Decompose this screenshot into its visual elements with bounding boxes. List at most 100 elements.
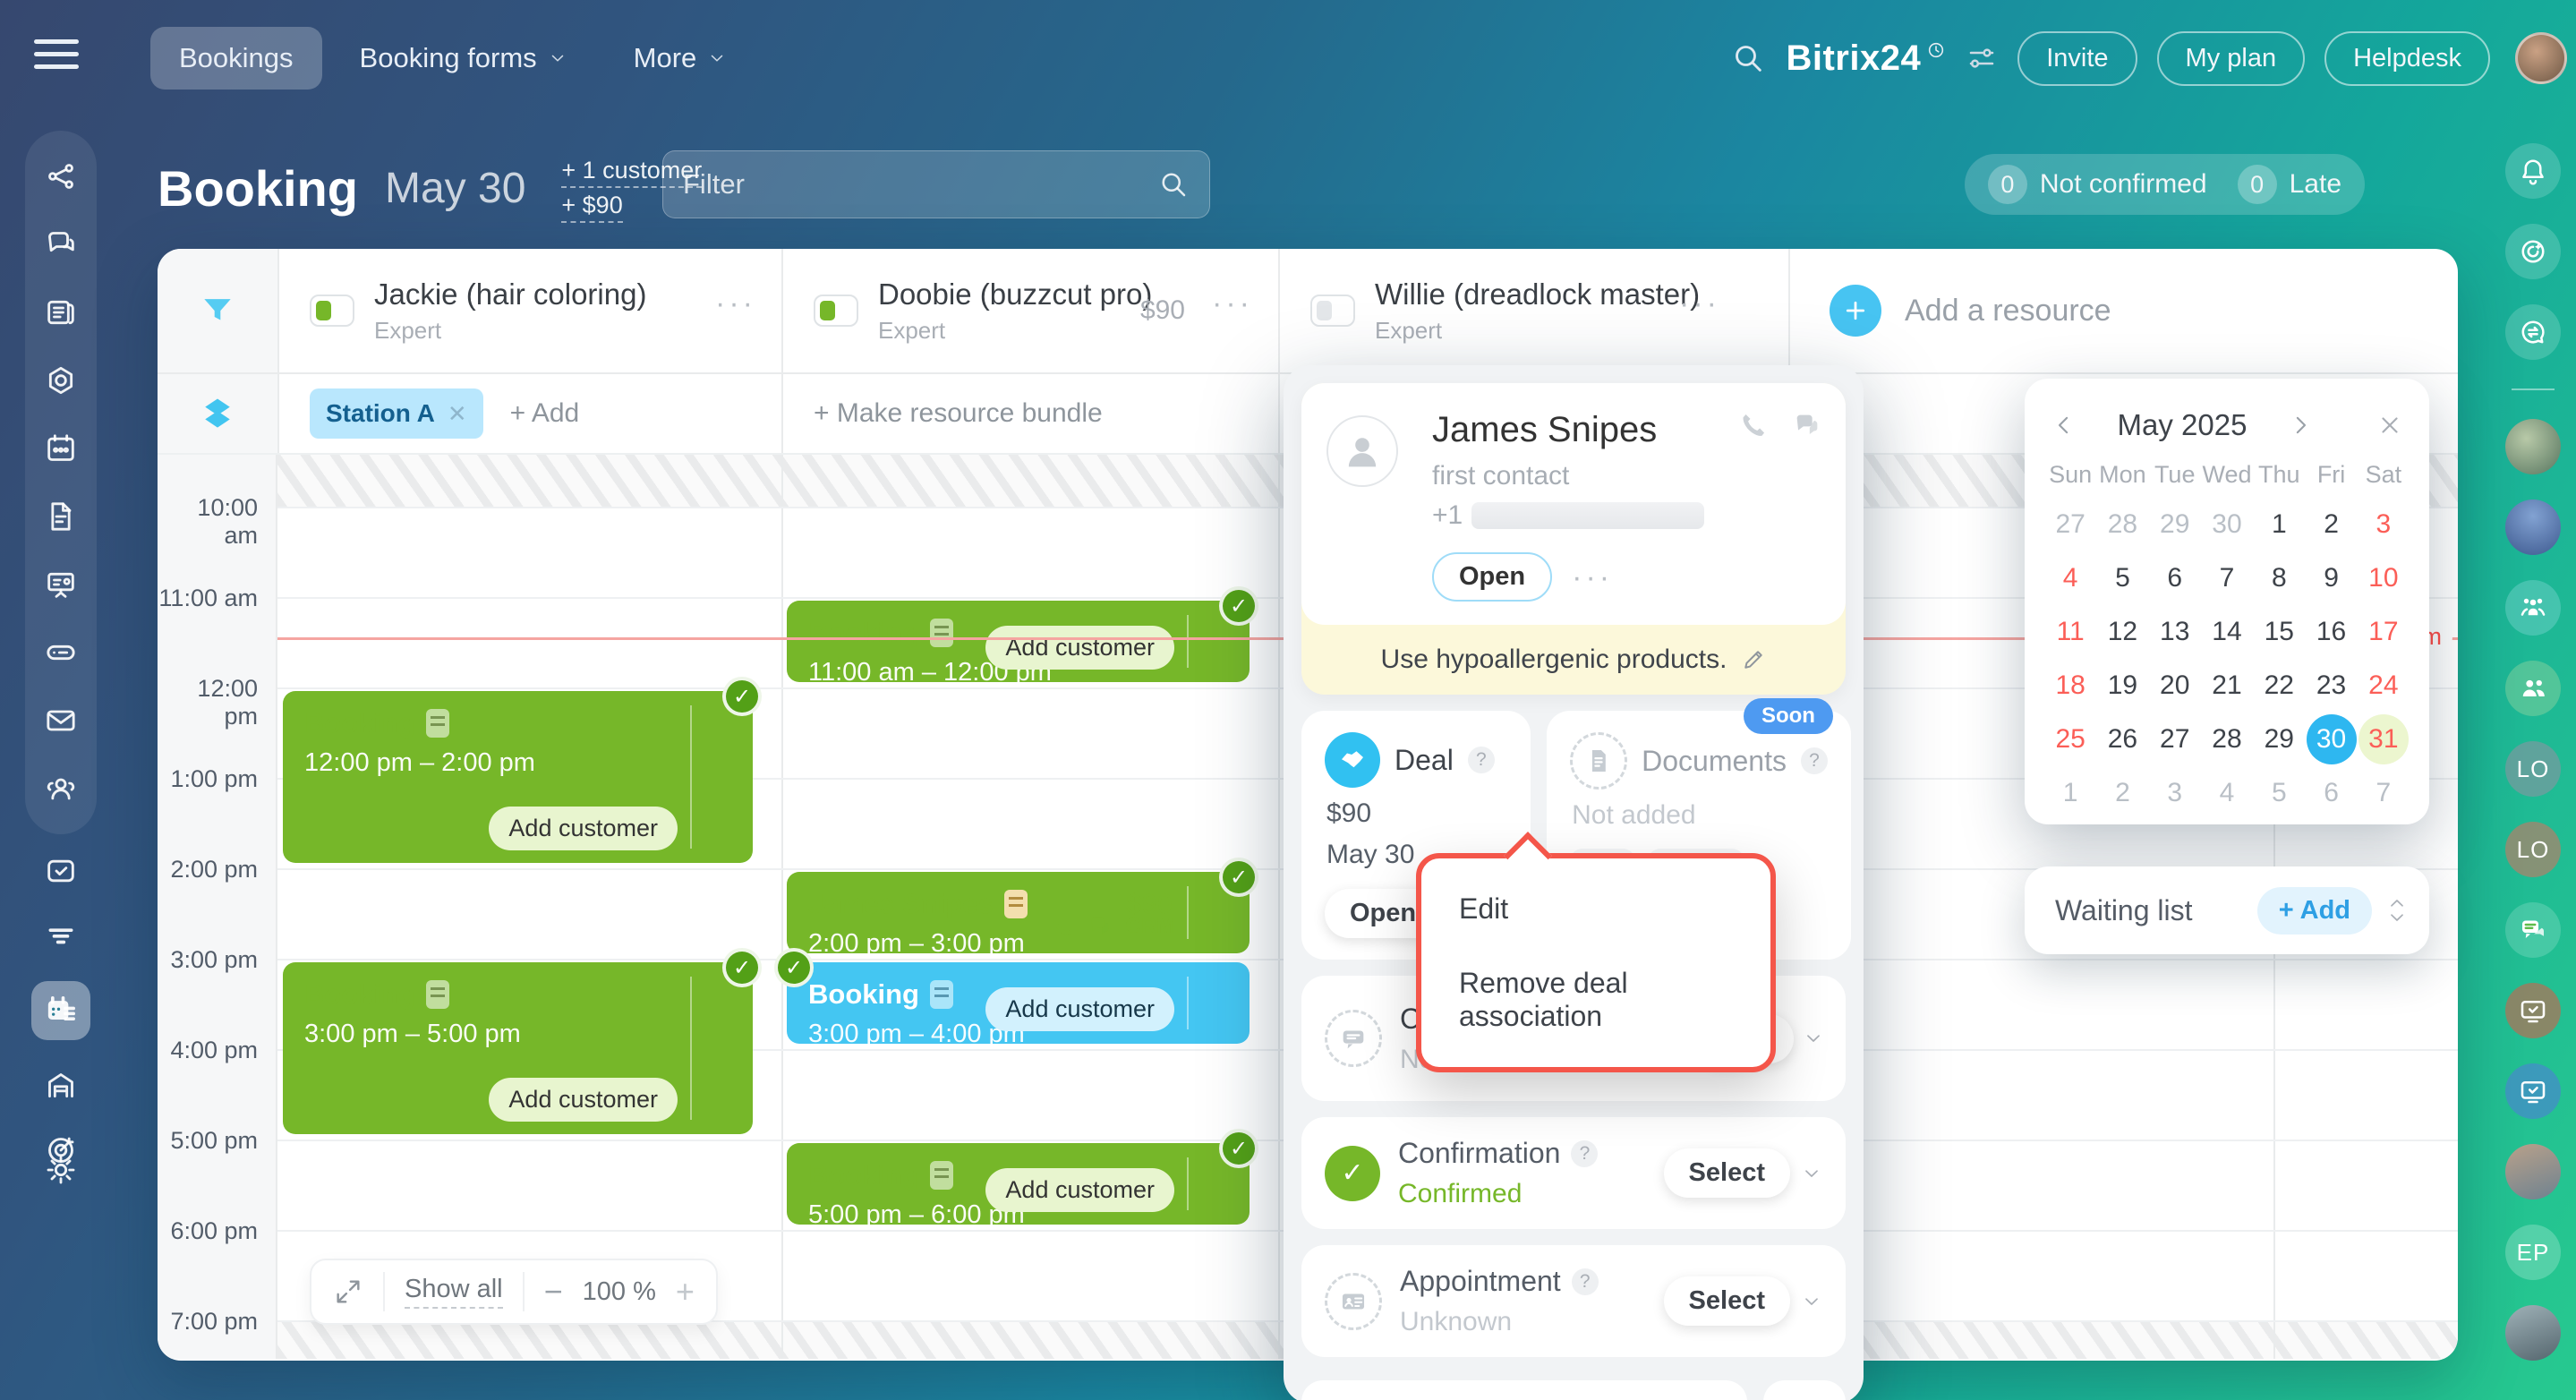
calendar-day-8[interactable]: 8 <box>2253 551 2305 605</box>
invite-button[interactable]: Invite <box>2017 30 2137 86</box>
calendar-day-23[interactable]: 23 <box>2305 659 2357 713</box>
two-people-icon[interactable] <box>2505 661 2561 716</box>
bell-icon[interactable] <box>2505 143 2561 199</box>
add-station-link[interactable]: + Add <box>510 398 580 429</box>
calendar-day-3[interactable]: 3 <box>2149 766 2201 820</box>
calendar-day-2[interactable]: 2 <box>2305 498 2357 551</box>
calendar-day-6[interactable]: 6 <box>2305 766 2357 820</box>
sidebar-item-tasks[interactable] <box>42 852 80 890</box>
more-icon[interactable]: ··· <box>1572 562 1613 593</box>
booking-block[interactable]: Booking 11:00 am – 12:00 pm Add customer ✓ <box>787 586 1250 682</box>
user-avatar[interactable] <box>2515 32 2567 84</box>
late-counter[interactable]: 0 Late <box>2237 165 2341 204</box>
calendar-day-28[interactable]: 28 <box>2201 713 2253 766</box>
full-view-button[interactable]: Full view› <box>1301 1380 1747 1400</box>
confirmation-select[interactable]: Select <box>1663 1148 1822 1198</box>
calendar-month[interactable]: May 2025 <box>2084 408 2281 442</box>
calendar-day-17[interactable]: 17 <box>2358 605 2410 659</box>
help-icon[interactable]: ? <box>1571 1268 1599 1295</box>
chat-icon[interactable] <box>1792 410 1822 440</box>
calendar-day-9[interactable]: 9 <box>2305 551 2357 605</box>
calendar-day-29[interactable]: 29 <box>2253 713 2305 766</box>
tab-bookings[interactable]: Bookings <box>150 27 322 90</box>
sidebar-item-people[interactable] <box>42 770 80 807</box>
more-icon[interactable]: ··· <box>1212 288 1253 319</box>
menu-item-edit[interactable]: Edit <box>1459 892 1733 926</box>
more-icon[interactable]: ··· <box>1679 288 1720 319</box>
calendar-day-7[interactable]: 7 <box>2201 551 2253 605</box>
sidebar-item-calendar[interactable] <box>42 430 80 467</box>
calendar-day-29[interactable]: 29 <box>2149 498 2201 551</box>
group-hands-icon[interactable] <box>2505 580 2561 636</box>
sliders-icon[interactable] <box>1966 42 1998 74</box>
add-customer-button[interactable]: Add customer <box>489 807 678 850</box>
booking-block[interactable]: Booking 3:00 pm – 4:00 pm Add customer ✓ <box>774 948 1250 1044</box>
sidebar-item-settings[interactable] <box>42 1151 80 1189</box>
screen-check-icon[interactable] <box>2505 983 2561 1038</box>
calendar-day-15[interactable]: 15 <box>2253 605 2305 659</box>
chevron-down-icon[interactable] <box>1207 899 1235 927</box>
avatar-photo-4[interactable] <box>2505 1305 2561 1361</box>
help-icon[interactable]: ? <box>1571 1140 1599 1167</box>
sidebar-item-news[interactable] <box>42 294 80 331</box>
calendar-day-30[interactable]: 30 <box>2305 713 2357 766</box>
chevron-down-icon[interactable] <box>1207 627 1235 656</box>
my-plan-button[interactable]: My plan <box>2156 30 2306 86</box>
resource-toggle[interactable] <box>310 295 354 327</box>
helpdesk-button[interactable]: Helpdesk <box>2324 30 2490 86</box>
calendar-day-3[interactable]: 3 <box>2358 498 2410 551</box>
search-icon[interactable] <box>1730 40 1766 76</box>
add-customer-button[interactable]: Add customer <box>985 987 1174 1031</box>
sidebar-item-document[interactable] <box>42 498 80 535</box>
calendar-day-12[interactable]: 12 <box>2096 605 2148 659</box>
calendar-day-2[interactable]: 2 <box>2096 766 2148 820</box>
chevron-down-icon[interactable] <box>710 763 738 791</box>
calendar-day-30[interactable]: 30 <box>2201 498 2253 551</box>
not-confirmed-counter[interactable]: 0 Not confirmed <box>1987 165 2207 204</box>
sidebar-item-mail[interactable] <box>42 702 80 739</box>
resource-willie[interactable]: Willie (dreadlock master) Expert ··· <box>1278 249 1788 372</box>
calendar-day-16[interactable]: 16 <box>2305 605 2357 659</box>
calendar-day-13[interactable]: 13 <box>2149 605 2201 659</box>
close-icon[interactable] <box>2376 412 2403 439</box>
chevron-down-icon[interactable] <box>1207 989 1235 1018</box>
sidebar-item-sites[interactable] <box>42 362 80 399</box>
resource-doobie[interactable]: Doobie (buzzcut pro) Expert $90 ··· <box>781 249 1278 372</box>
station-a-chip[interactable]: Station A ✕ <box>310 388 483 439</box>
page-date[interactable]: May 30 <box>385 164 525 213</box>
sidebar-item-share[interactable] <box>42 158 80 195</box>
sidebar-item-booking[interactable] <box>31 981 90 1040</box>
collapse-toggle[interactable] <box>2386 892 2408 928</box>
appointment-select[interactable]: Select <box>1663 1276 1822 1326</box>
messenger-icon[interactable] <box>2505 902 2561 958</box>
zoom-out-button[interactable]: − <box>544 1273 563 1310</box>
calendar-day-6[interactable]: 6 <box>2149 551 2201 605</box>
booking-block[interactable]: James Snipes 2:00 pm – 3:00 pm $90 CRM ✓ <box>787 858 1250 953</box>
calendar-day-19[interactable]: 19 <box>2096 659 2148 713</box>
calendar-day-14[interactable]: 14 <box>2201 605 2253 659</box>
funnel-icon[interactable] <box>198 291 237 330</box>
booking-block[interactable]: Booking 12:00 pm – 2:00 pm Add customer ✓ <box>283 677 753 863</box>
next-month-icon[interactable] <box>2287 412 2314 439</box>
sidebar-item-chat[interactable] <box>42 226 80 263</box>
sidebar-item-drive[interactable] <box>42 634 80 671</box>
calendar-day-7[interactable]: 7 <box>2358 766 2410 820</box>
calendar-day-1[interactable]: 1 <box>2253 498 2305 551</box>
calendar-day-11[interactable]: 11 <box>2044 605 2096 659</box>
calendar-day-5[interactable]: 5 <box>2253 766 2305 820</box>
chevron-down-icon[interactable] <box>710 1034 738 1063</box>
sidebar-item-whiteboard[interactable] <box>42 566 80 603</box>
resource-toggle[interactable] <box>814 295 858 327</box>
expand-icon[interactable] <box>333 1276 363 1307</box>
calendar-day-1[interactable]: 1 <box>2044 766 2096 820</box>
calendar-day-5[interactable]: 5 <box>2096 551 2148 605</box>
calendar-day-21[interactable]: 21 <box>2201 659 2253 713</box>
search-icon[interactable] <box>1157 168 1190 201</box>
resource-toggle[interactable] <box>1310 295 1355 327</box>
calendar-day-24[interactable]: 24 <box>2358 659 2410 713</box>
menu-icon[interactable] <box>34 39 79 77</box>
help-icon[interactable]: ? <box>1467 747 1495 773</box>
resource-jackie[interactable]: Jackie (hair coloring) Expert ··· <box>277 249 781 372</box>
close-icon[interactable]: ✕ <box>448 400 467 428</box>
calendar-day-10[interactable]: 10 <box>2358 551 2410 605</box>
